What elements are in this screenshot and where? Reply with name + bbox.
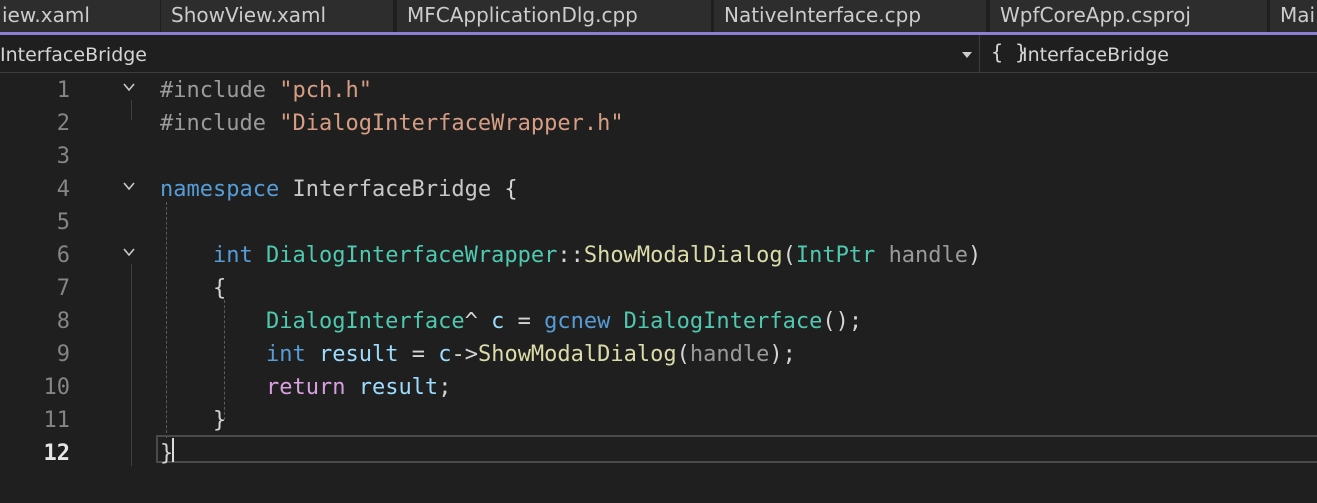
variable: c bbox=[438, 342, 452, 367]
brace: } bbox=[212, 408, 227, 433]
namespace-name: InterfaceBridge bbox=[292, 177, 492, 202]
fold-chevron-icon[interactable] bbox=[123, 81, 135, 93]
line-number: 7 bbox=[56, 276, 70, 301]
line-number: 10 bbox=[43, 375, 71, 400]
class-name: DialogInterface bbox=[265, 309, 465, 334]
fold-chevron-icon[interactable] bbox=[123, 180, 135, 192]
handle-operator: ^ bbox=[464, 309, 478, 334]
brace: { bbox=[504, 177, 518, 202]
keyword: gcnew bbox=[544, 309, 611, 334]
code-editor[interactable]: 1 #include "pch.h" 2 #include "DialogInt… bbox=[0, 74, 1317, 503]
line-number: 8 bbox=[56, 309, 70, 334]
code-text: namespace InterfaceBridge { bbox=[160, 173, 518, 206]
code-line: 11 } bbox=[0, 404, 1317, 437]
preprocessor-directive: #include bbox=[160, 78, 266, 103]
keyword: namespace bbox=[160, 177, 280, 202]
include-path: "DialogInterfaceWrapper.h" bbox=[279, 111, 624, 136]
code-line: 10 return result; bbox=[0, 371, 1317, 404]
code-line: 9 int result = c->ShowModalDialog(handle… bbox=[0, 338, 1317, 371]
param-type: IntPtr bbox=[795, 243, 876, 268]
keyword: return bbox=[265, 375, 346, 400]
tab-label: WpfCoreApp.csproj bbox=[1000, 3, 1191, 27]
tab-main[interactable]: Mai bbox=[1270, 0, 1317, 32]
code-text: #include "pch.h" bbox=[160, 74, 372, 107]
method-name: ShowModalDialog bbox=[477, 342, 677, 367]
code-text: int result = c->ShowModalDialog(handle); bbox=[160, 338, 796, 371]
code-line: 6 int DialogInterfaceWrapper::ShowModalD… bbox=[0, 239, 1317, 272]
tab-label: Mai bbox=[1280, 3, 1316, 27]
tab-nativeinterface-cpp[interactable]: NativeInterface.cpp bbox=[714, 0, 986, 32]
code-line: 7 { bbox=[0, 272, 1317, 305]
code-line: 5 bbox=[0, 206, 1317, 239]
tab-label: iew.xaml bbox=[2, 3, 90, 27]
variable: result bbox=[358, 375, 439, 400]
code-line: 8 DialogInterface^ c = gcnew DialogInter… bbox=[0, 305, 1317, 338]
scope-operator: :: bbox=[557, 243, 584, 268]
scope-dropdown-value: InterfaceBridge bbox=[0, 44, 147, 66]
code-line: 2 #include "DialogInterfaceWrapper.h" bbox=[0, 107, 1317, 140]
tab-view-xaml[interactable]: iew.xaml bbox=[0, 0, 160, 32]
class-name: DialogInterface bbox=[623, 309, 823, 334]
paren: ( bbox=[676, 342, 690, 367]
fold-chevron-icon[interactable] bbox=[123, 246, 135, 258]
scope-dropdown[interactable]: InterfaceBridge bbox=[0, 35, 980, 72]
punctuation: ; bbox=[438, 375, 452, 400]
line-number: 11 bbox=[43, 408, 71, 433]
line-number: 5 bbox=[56, 210, 70, 235]
tab-label: NativeInterface.cpp bbox=[724, 3, 922, 27]
param-name: handle bbox=[888, 243, 969, 268]
operator: = bbox=[411, 342, 425, 367]
document-tab-strip: iew.xaml ShowView.xaml MFCApplicationDlg… bbox=[0, 0, 1317, 32]
punctuation: ); bbox=[769, 342, 796, 367]
variable: c bbox=[491, 309, 505, 334]
include-path: "pch.h" bbox=[279, 78, 372, 103]
brace: } bbox=[160, 441, 174, 466]
code-line: 1 #include "pch.h" bbox=[0, 74, 1317, 107]
tab-label: MFCApplicationDlg.cpp bbox=[407, 3, 638, 27]
line-number: 9 bbox=[56, 342, 70, 367]
keyword: int bbox=[212, 243, 253, 268]
brace: { bbox=[212, 276, 227, 301]
punctuation: (); bbox=[822, 309, 863, 334]
tab-showview-xaml[interactable]: ShowView.xaml bbox=[161, 0, 393, 32]
code-text: { bbox=[160, 272, 226, 305]
method-name: ShowModalDialog bbox=[583, 243, 783, 268]
operator: -> bbox=[451, 342, 478, 367]
chevron-down-icon bbox=[962, 52, 972, 58]
code-line: 12 } bbox=[0, 437, 1317, 470]
code-line: 4 namespace InterfaceBridge { bbox=[0, 173, 1317, 206]
line-number: 6 bbox=[56, 243, 70, 268]
navigation-bar: InterfaceBridge { } InterfaceBridge bbox=[0, 35, 1317, 73]
line-number: 2 bbox=[56, 111, 70, 136]
preprocessor-directive: #include bbox=[160, 111, 266, 136]
param-name: handle bbox=[689, 342, 770, 367]
keyword: int bbox=[265, 342, 306, 367]
paren: ) bbox=[968, 243, 982, 268]
paren: ( bbox=[782, 243, 796, 268]
code-line: 3 bbox=[0, 140, 1317, 173]
line-number: 3 bbox=[56, 144, 70, 169]
code-text: return result; bbox=[160, 371, 451, 404]
tab-mfcapplicationdlg-cpp[interactable]: MFCApplicationDlg.cpp bbox=[397, 0, 711, 32]
tab-label: ShowView.xaml bbox=[171, 3, 327, 27]
code-text: int DialogInterfaceWrapper::ShowModalDia… bbox=[160, 239, 981, 272]
line-number: 1 bbox=[56, 78, 70, 103]
variable: result bbox=[318, 342, 399, 367]
member-dropdown-value[interactable]: InterfaceBridge bbox=[1022, 44, 1169, 66]
tab-wpfcoreapp-csproj[interactable]: WpfCoreApp.csproj bbox=[990, 0, 1267, 32]
code-text: #include "DialogInterfaceWrapper.h" bbox=[160, 107, 624, 140]
code-text: DialogInterface^ c = gcnew DialogInterfa… bbox=[160, 305, 862, 338]
line-number: 4 bbox=[56, 177, 70, 202]
line-number: 12 bbox=[43, 441, 71, 466]
operator: = bbox=[517, 309, 531, 334]
code-text: } bbox=[160, 404, 226, 437]
class-name: DialogInterfaceWrapper bbox=[265, 243, 558, 268]
code-text: } bbox=[160, 437, 173, 470]
